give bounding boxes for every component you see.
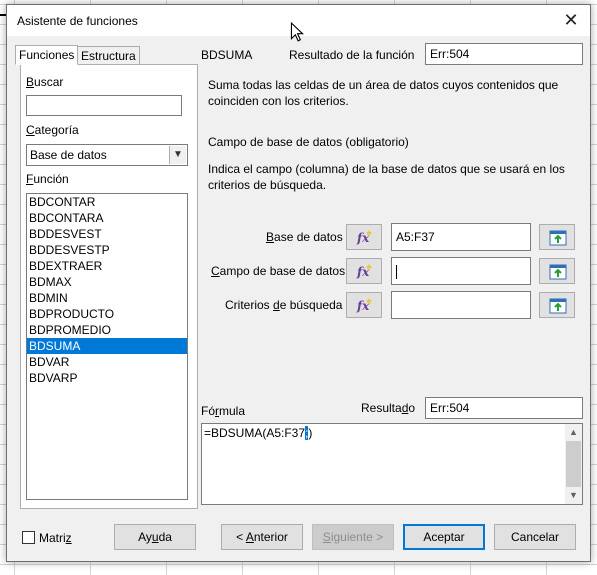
text-caret (396, 264, 397, 279)
chevron-down-icon[interactable]: ▼ (169, 146, 186, 164)
shrink-selection-icon (549, 264, 567, 280)
matrix-label: Matriz (39, 531, 72, 545)
function-wizard-icon: fx (356, 230, 372, 245)
function-wizard-button[interactable]: fx (346, 292, 382, 318)
tab-estructura-label: Estructura (81, 49, 136, 63)
tab-funciones[interactable]: Funciones (15, 45, 79, 65)
formula-label: Fórmula (201, 404, 246, 418)
back-button[interactable]: < Anterior (221, 524, 303, 550)
category-selected-value: Base de datos (30, 148, 107, 162)
list-item[interactable]: BDCONTAR (27, 194, 187, 210)
list-item[interactable]: BDCONTARA (27, 210, 187, 226)
tab-estructura[interactable]: Estructura (77, 46, 140, 65)
shrink-selection-icon (549, 298, 567, 314)
function-wizard-icon: fx (356, 298, 372, 313)
arg-label-base-de-datos: Base de datos (266, 230, 343, 244)
tab-funciones-label: Funciones (19, 48, 75, 62)
list-item[interactable]: BDVAR (27, 354, 187, 370)
mouse-pointer-icon (290, 22, 304, 42)
list-item[interactable]: BDPROMEDIO (27, 322, 187, 338)
function-wizard-button[interactable]: fx (346, 258, 382, 284)
list-item[interactable]: BDMIN (27, 290, 187, 306)
function-description: Suma todas las celdas de un área de dato… (208, 78, 559, 108)
shrink-button[interactable] (539, 292, 575, 318)
matrix-checkbox[interactable] (22, 531, 35, 544)
function-wizard-icon: fx (356, 264, 372, 279)
function-name: BDSUMA (201, 48, 253, 62)
scroll-up-icon[interactable]: ▲ (565, 424, 582, 441)
list-item[interactable]: BDVARP (27, 370, 187, 386)
search-input[interactable] (26, 95, 182, 116)
list-item[interactable]: BDMAX (27, 274, 187, 290)
arg-label-campo: Campo de base de datos (211, 264, 346, 278)
arg-input-base-de-datos[interactable]: A5:F37 (391, 223, 531, 251)
function-result-field: Err:504 (425, 43, 583, 65)
result-label: Resultado (361, 401, 416, 415)
arg-input-campo[interactable] (391, 257, 531, 285)
cancel-button[interactable]: Cancelar (494, 524, 576, 550)
parameter-description: Indica el campo (columna) de la base de … (208, 162, 565, 192)
function-list[interactable]: BDCONTAR BDCONTARA BDDESVEST BDDESVESTP … (26, 193, 188, 500)
formula-editor[interactable]: =BDSUMA(A5:F37;) ▲ ▼ (201, 423, 583, 505)
arg-input-criterios[interactable] (391, 291, 531, 319)
scroll-down-icon[interactable]: ▼ (565, 487, 582, 504)
list-item[interactable]: BDPRODUCTO (27, 306, 187, 322)
function-result-label: Resultado de la función (289, 48, 415, 62)
close-icon[interactable]: ✕ (560, 9, 582, 31)
function-wizard-dialog: Asistente de funciones ✕ Funciones Estru… (6, 4, 591, 562)
scroll-thumb[interactable] (566, 441, 581, 487)
arg-label-criterios: Criterios de búsqueda (225, 298, 343, 312)
formula-scrollbar[interactable]: ▲ ▼ (565, 424, 582, 504)
function-wizard-button[interactable]: fx (346, 224, 382, 250)
shrink-button[interactable] (539, 258, 575, 284)
result-field: Err:504 (425, 397, 583, 419)
search-label: Buscar (26, 75, 64, 89)
category-select[interactable]: Base de datos ▼ (26, 144, 188, 166)
dialog-title: Asistente de funciones (17, 14, 138, 28)
list-item-selected[interactable]: BDSUMA (27, 338, 187, 354)
function-list-label: Función (26, 172, 69, 186)
shrink-selection-icon (549, 230, 567, 246)
parameter-title: Campo de base de datos (obligatorio) (208, 135, 409, 149)
list-item[interactable]: BDDESVESTP (27, 242, 187, 258)
shrink-button[interactable] (539, 224, 575, 250)
next-button[interactable]: Siguiente > (312, 524, 394, 550)
list-item[interactable]: BDDESVEST (27, 226, 187, 242)
category-label: Categoría (26, 123, 79, 137)
ok-button[interactable]: Aceptar (403, 524, 485, 550)
list-item[interactable]: BDEXTRAER (27, 258, 187, 274)
help-button[interactable]: Ayuda (114, 524, 196, 550)
formula-text[interactable]: =BDSUMA(A5:F37;) (204, 426, 312, 440)
